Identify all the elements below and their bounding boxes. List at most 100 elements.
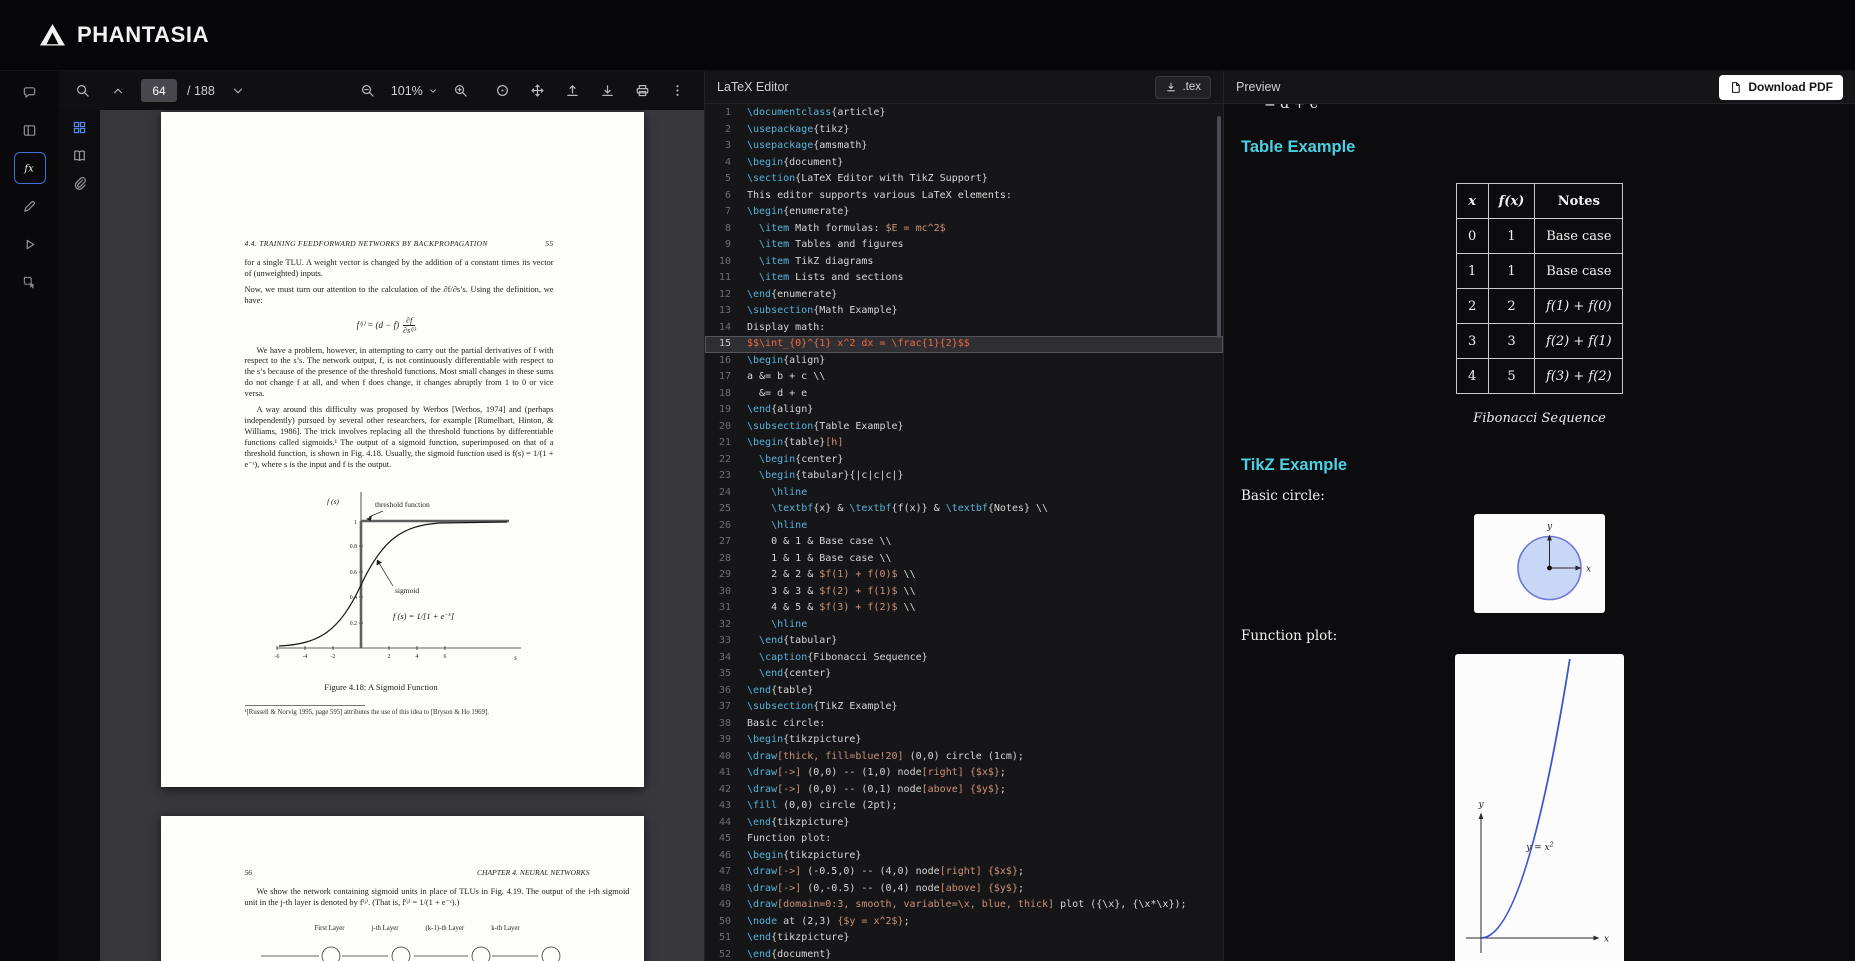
code-line: 16 \begin{align}	[718, 354, 826, 366]
code-line: 23 \begin{tabular}{|c|c|c|}	[718, 470, 904, 481]
fraction-denominator: ∂s⁽ʲ⁾	[403, 324, 416, 336]
code-line: 35 \end{center}	[718, 668, 832, 679]
pdf-toolbar-actions	[489, 78, 690, 104]
pdf-page-55: 4.4. TRAINING FEEDFORWARD NETWORKS BY BA…	[160, 112, 644, 787]
table-row: 1 1 Base case	[1455, 253, 1624, 289]
code-line: 37 \subsection{TikZ Example}	[718, 701, 898, 712]
select-tool-button[interactable]	[14, 266, 46, 298]
table-caption: Fibonacci Sequence	[1473, 411, 1606, 426]
zoom-in-button[interactable]	[448, 78, 474, 104]
zoom-out-button[interactable]	[355, 78, 381, 104]
code-line: 14 Display math:	[718, 321, 826, 333]
zoom-caret-icon	[428, 86, 438, 96]
code-line: 49 \draw[domain=0:3, smooth, variable=\x,…	[718, 899, 1187, 910]
page-prev-button[interactable]	[105, 78, 131, 104]
svg-text:-6: -6	[274, 654, 279, 660]
zoom-level-select[interactable]: 101%	[391, 84, 438, 98]
pdf-sidebar	[59, 110, 100, 961]
footnote: ¹[Russell & Norvig 1995, page 595] attri…	[244, 705, 528, 716]
curve-label: y = x2	[1525, 841, 1554, 854]
code-line: 28 1 & 1 & Base case \\	[718, 552, 892, 564]
preview-content[interactable]: = d + e Table Example x f(x) Notes 0 1 Base …	[1224, 104, 1855, 961]
code-editor[interactable]: 1 \documentclass{article} 2 \usepackage{tik…	[705, 104, 1223, 961]
select-icon	[22, 275, 37, 290]
tikz-plot-figure: y x y = x2	[1455, 654, 1624, 961]
latex-editor-panel: LaTeX Editor .tex 1 \documentclass{articl…	[704, 71, 1224, 961]
code-line: 41 \draw[->] (0,0) -- (1,0) node[right] {…	[718, 767, 1006, 778]
page-paragraph: A way around this difficulty was propose…	[244, 405, 554, 469]
left-rail: fx	[0, 71, 59, 961]
layer-label: First Layer	[314, 924, 345, 932]
focus-icon	[495, 83, 510, 98]
book-view-button[interactable]	[67, 142, 93, 168]
code-line: 39 \begin{tikzpicture}	[718, 734, 862, 745]
file-icon	[1729, 81, 1742, 94]
basic-circle-label: Basic circle:	[1241, 488, 1325, 504]
code-line: 8 \item Math formulas: $E = mc^2$	[724, 222, 946, 234]
download-button[interactable]	[594, 78, 620, 104]
fib-table-head: x f(x) Notes	[1455, 183, 1624, 219]
figure-x-label: s	[514, 653, 517, 662]
svg-text:-4: -4	[302, 654, 307, 660]
formula-lhs: f⁽ʲ⁾ = (d − f)	[356, 320, 400, 331]
pdf-toolbar: 64 / 188 101%	[59, 71, 704, 110]
code-line: 15 $$\int_{0}^{1} x^2 dx = \frac{1}{2}$$	[705, 336, 1223, 353]
app-root: PHANTASIA fx 64 / 188 101% 4.4. TRAINING…	[0, 0, 1855, 961]
print-button[interactable]	[629, 78, 655, 104]
search-button[interactable]	[69, 78, 95, 104]
upload-button[interactable]	[559, 78, 585, 104]
sigmoid-label: sigmoid	[395, 586, 419, 595]
grid-icon	[72, 120, 87, 135]
table-row: 4 5 f(3) + f(2)	[1455, 358, 1624, 394]
svg-text:1: 1	[354, 520, 357, 526]
layer-label: j-th Layer	[371, 924, 399, 932]
layout-tool-button[interactable]	[14, 114, 46, 146]
pdf-page-56: 56 CHAPTER 4. NEURAL NETWORKS We show th…	[160, 816, 644, 961]
editor-header: LaTeX Editor .tex	[705, 71, 1223, 104]
figure-y-label: f (s)	[327, 497, 339, 506]
download-tex-button[interactable]: .tex	[1155, 75, 1211, 99]
figure-caption: Figure 4.18: A Sigmoid Function	[324, 682, 438, 693]
code-line: 50 \node at (2,3) {$y = x^2$};	[718, 915, 910, 927]
code-line: 25 \textbf{x} & \textbf{f(x)} & \textbf{…	[718, 503, 1049, 514]
kebab-button[interactable]	[664, 78, 690, 104]
editor-scrollbar[interactable]	[1217, 116, 1221, 338]
paperclip-view-button[interactable]	[67, 170, 93, 196]
play-tool-button[interactable]	[14, 228, 46, 260]
main-layout: fx 64 / 188 101% 4.4. TRAINING FEEDFORWA…	[0, 71, 1855, 961]
code-line: 17 a &= b + c \\	[718, 371, 826, 382]
move-button[interactable]	[524, 78, 550, 104]
code-line: 26 \hline	[718, 519, 808, 531]
page-next-button[interactable]	[225, 78, 251, 104]
pdf-canvas[interactable]: 4.4. TRAINING FEEDFORWARD NETWORKS BY BA…	[100, 110, 704, 961]
table-header-f(x): f(x)	[1487, 183, 1536, 219]
code-line: 2 \usepackage{tikz}	[724, 123, 850, 135]
code-line: 10 \item TikZ diagrams	[718, 255, 874, 267]
fibonacci-table: x f(x) Notes 0 1 Base case 1 1 Base case 2 2 f(1) …	[1455, 183, 1624, 394]
plot-y-label: y	[1477, 800, 1484, 810]
grid-view-button[interactable]	[67, 114, 93, 140]
print-icon	[635, 83, 650, 98]
section-heading-tikz-example: TikZ Example	[1241, 456, 1348, 474]
code-line: 51 \end{tikzpicture}	[718, 932, 850, 943]
zoom-out-icon	[360, 83, 375, 98]
function-tool-button[interactable]: fx	[13, 152, 46, 184]
tikz-circle-figure: y x	[1474, 514, 1605, 613]
comment-tool-button[interactable]	[14, 76, 46, 108]
math-fragment: = d + e	[1264, 104, 1319, 112]
code-line: 43 \fill (0,0) circle (2pt);	[718, 800, 898, 811]
circle-y-label: y	[1546, 522, 1553, 532]
display-formula: f⁽ʲ⁾ = (d − f) ∂f ∂s⁽ʲ⁾	[245, 316, 528, 336]
formula-fraction: ∂f ∂s⁽ʲ⁾	[403, 315, 416, 336]
page-number-input[interactable]: 64	[141, 79, 177, 102]
code-line: 46 \begin{tikzpicture}	[718, 849, 862, 861]
fraction-numerator: ∂f	[406, 315, 413, 325]
code-line: 18 &= d + e	[718, 387, 808, 399]
focus-button[interactable]	[489, 78, 515, 104]
download-pdf-button[interactable]: Download PDF	[1719, 74, 1843, 100]
footnote-rule	[244, 705, 365, 707]
code-line: 34 \caption{Fibonacci Sequence}	[718, 651, 928, 663]
table-row: 0 1 Base case	[1455, 218, 1624, 254]
pen-tool-button[interactable]	[14, 190, 46, 222]
svg-text:4: 4	[415, 654, 418, 660]
